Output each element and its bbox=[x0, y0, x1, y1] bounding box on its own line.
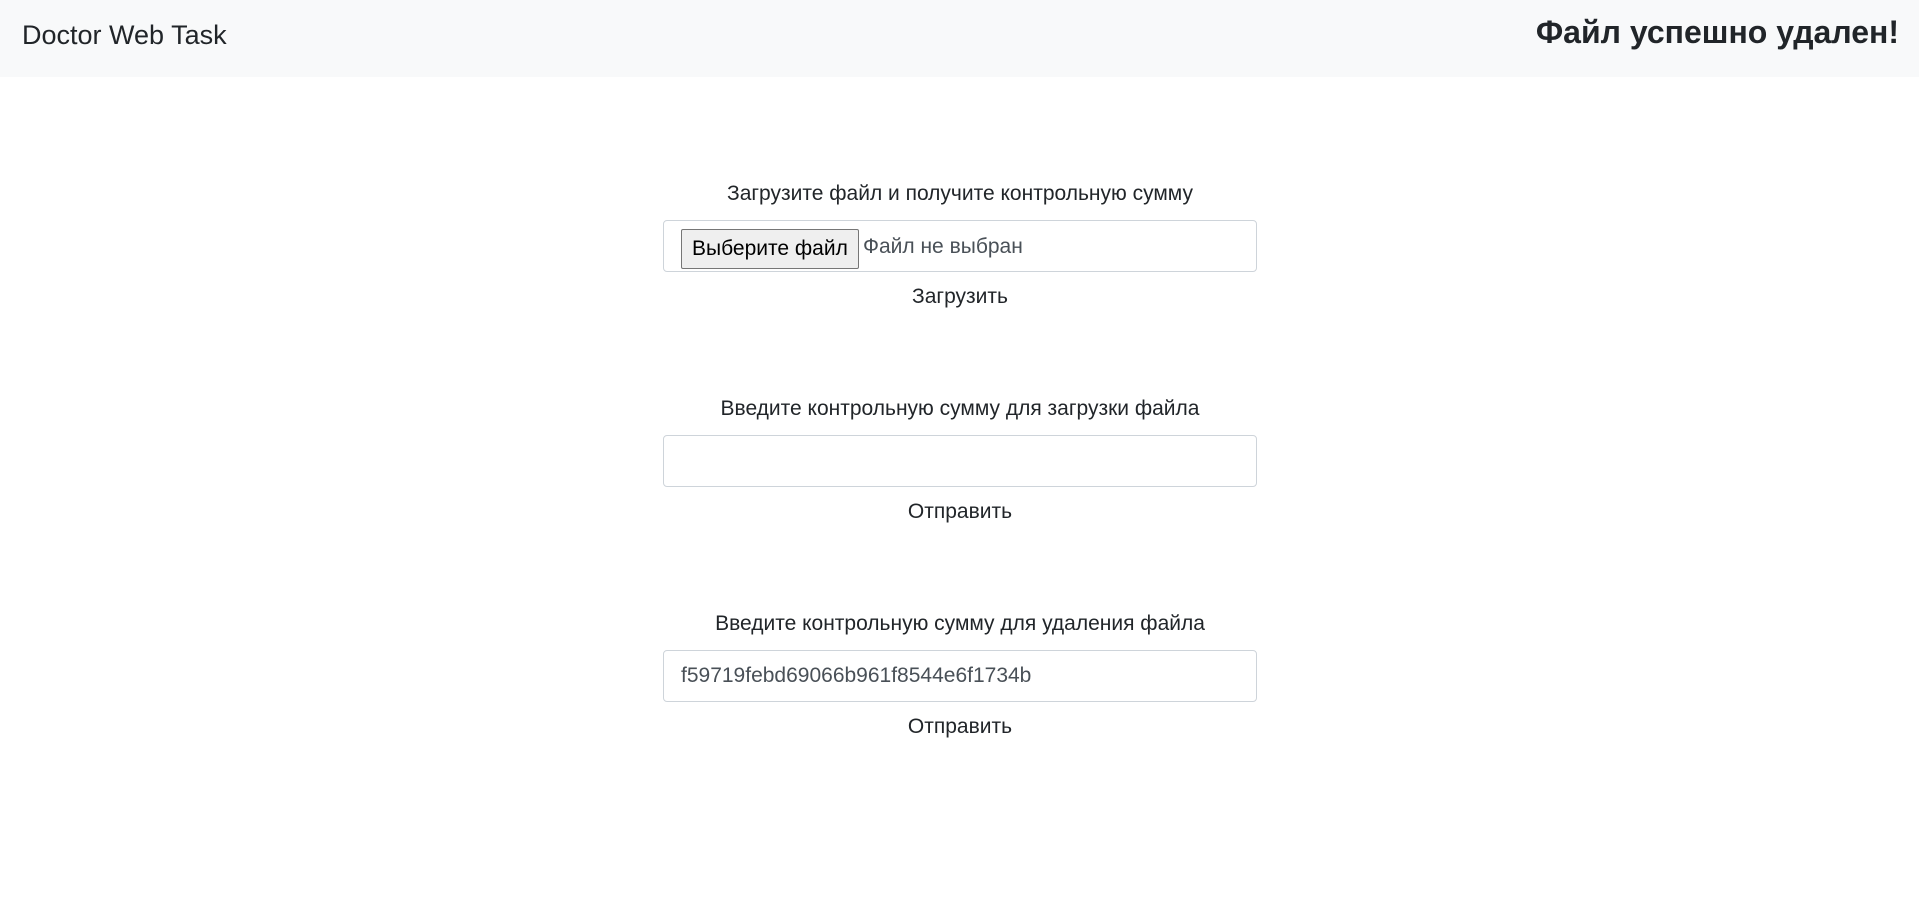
choose-file-button[interactable]: Выберите файл bbox=[681, 229, 859, 269]
download-checksum-input[interactable] bbox=[664, 436, 1256, 486]
delete-checksum-input[interactable] bbox=[664, 651, 1256, 701]
delete-label: Введите контрольную сумму для удаления ф… bbox=[715, 612, 1205, 635]
delete-checksum-field bbox=[663, 650, 1257, 702]
download-form: Введите контрольную сумму для загрузки ф… bbox=[663, 398, 1257, 523]
upload-label: Загрузите файл и получите контрольную су… bbox=[727, 182, 1193, 205]
delete-form: Введите контрольную сумму для удаления ф… bbox=[663, 613, 1257, 738]
upload-submit-button[interactable]: Загрузить bbox=[912, 286, 1008, 307]
file-input[interactable]: Выберите файл Файл не выбран bbox=[663, 220, 1257, 272]
upload-form: Загрузите файл и получите контрольную су… bbox=[663, 183, 1257, 308]
download-checksum-field bbox=[663, 435, 1257, 487]
brand-link[interactable]: Doctor Web Task bbox=[22, 22, 227, 49]
file-status-text: Файл не выбран bbox=[863, 235, 1023, 258]
delete-submit-button[interactable]: Отправить bbox=[908, 716, 1012, 737]
download-submit-button[interactable]: Отправить bbox=[908, 501, 1012, 522]
navbar: Doctor Web Task Файл успешно удален! bbox=[0, 0, 1919, 77]
status-message: Файл успешно удален! bbox=[1535, 14, 1899, 50]
download-label: Введите контрольную сумму для загрузки ф… bbox=[720, 397, 1200, 420]
